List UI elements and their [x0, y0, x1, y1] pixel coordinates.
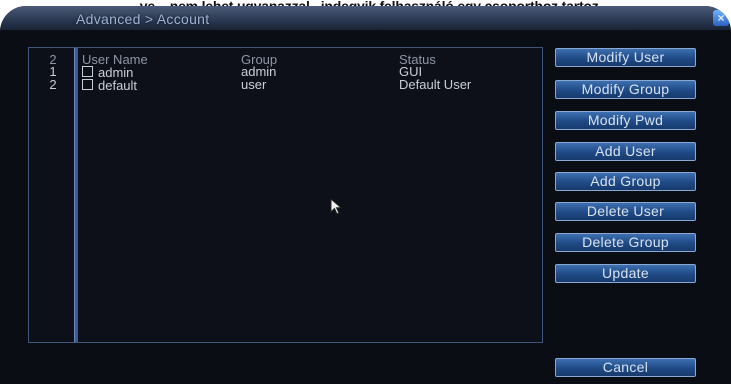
account-dialog: Advanced > Account × 2 User Name Group S… [0, 6, 731, 384]
modify-group-button[interactable]: Modify Group [555, 80, 696, 99]
add-group-button[interactable]: Add Group [555, 172, 696, 191]
delete-group-button[interactable]: Delete Group [555, 233, 696, 252]
row-checkbox[interactable] [82, 79, 93, 90]
add-user-button[interactable]: Add User [555, 142, 696, 161]
index-column-divider [74, 48, 78, 342]
user-list: 2 User Name Group Status 1 admin admin G… [28, 47, 543, 343]
modify-user-button[interactable]: Modify User [555, 48, 696, 67]
row-checkbox[interactable] [82, 66, 93, 77]
cancel-button[interactable]: Cancel [555, 358, 696, 377]
update-button[interactable]: Update [555, 264, 696, 283]
dialog-title: Advanced > Account [76, 11, 210, 27]
close-icon[interactable]: × [713, 10, 729, 26]
row-user-name: default [82, 79, 137, 92]
delete-user-button[interactable]: Delete User [555, 202, 696, 221]
modify-pwd-button[interactable]: Modify Pwd [555, 111, 696, 130]
titlebar: Advanced > Account × [0, 6, 731, 30]
row-user-name-text: default [98, 78, 138, 93]
row-group: user [241, 77, 267, 92]
row-status: Default User [399, 77, 472, 92]
row-index: 2 [49, 77, 57, 92]
